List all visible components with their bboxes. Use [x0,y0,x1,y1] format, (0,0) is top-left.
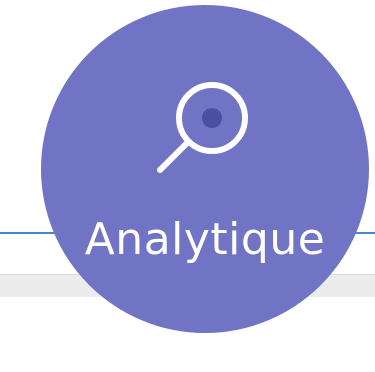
magnifier-dot [202,108,222,128]
badge-label: Analytique [84,214,326,265]
magnifier-icon [157,82,248,173]
